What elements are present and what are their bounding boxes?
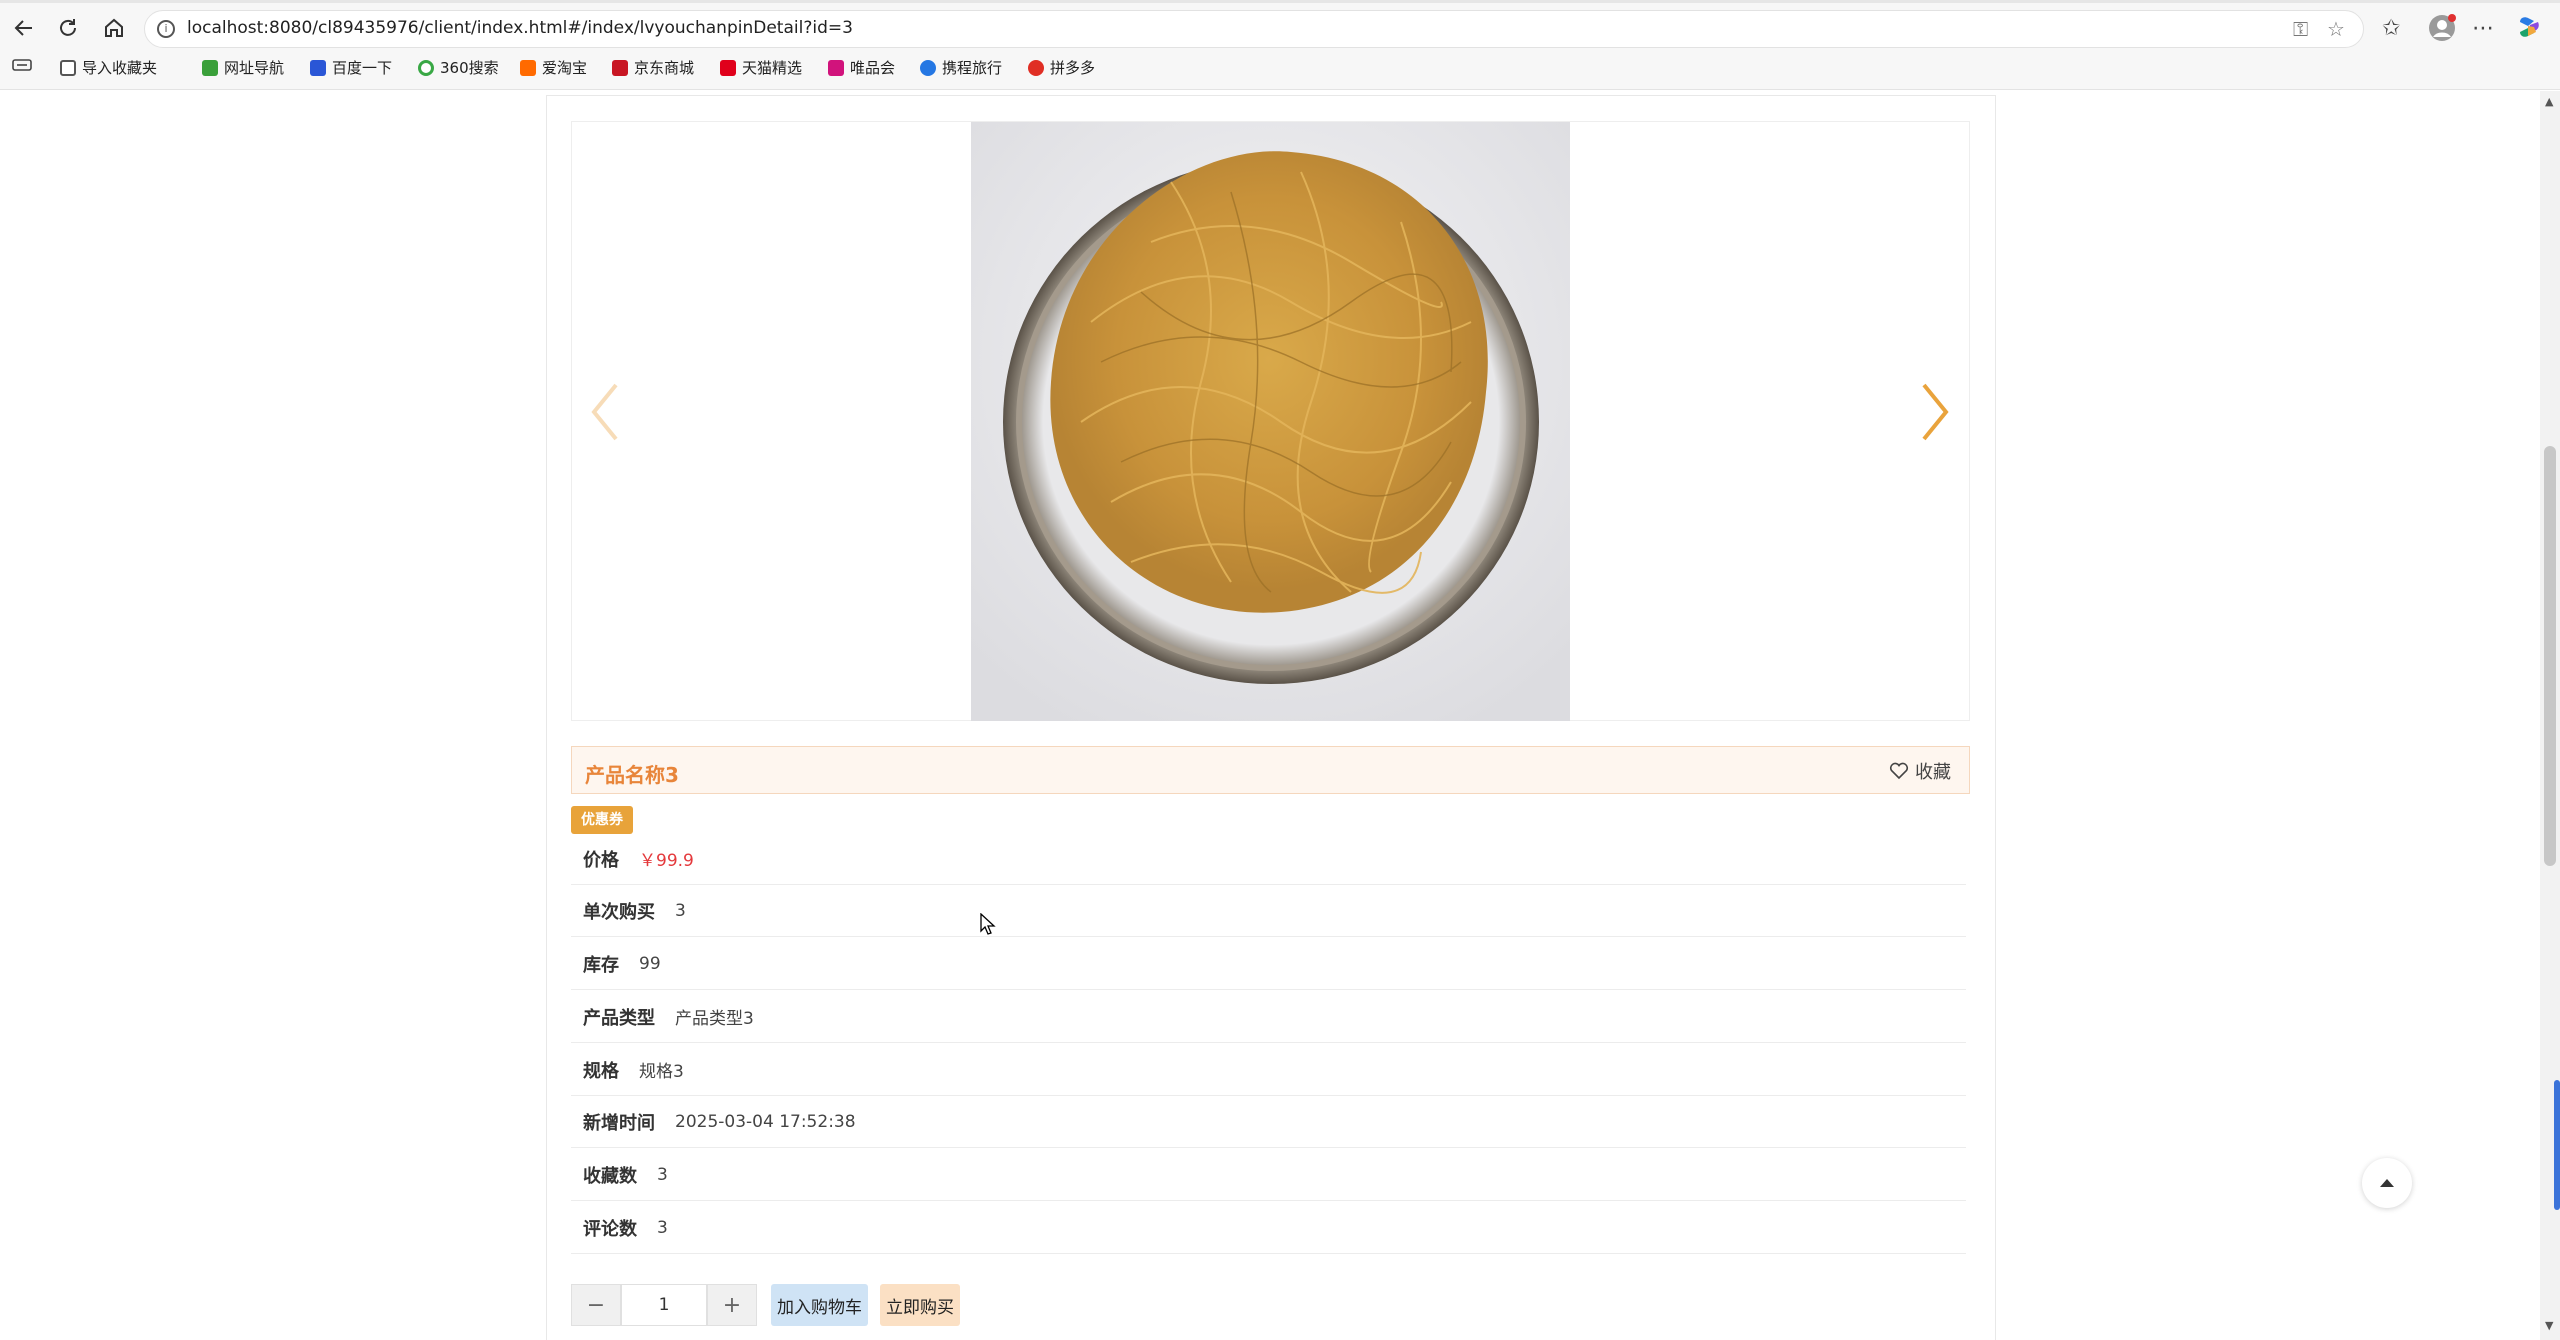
buy-now-button[interactable]: 立即购买 bbox=[880, 1284, 960, 1326]
attr-row-type: 产品类型 产品类型3 bbox=[571, 991, 1966, 1043]
ctrip-icon bbox=[920, 59, 936, 76]
more-options-icon[interactable]: ⋯ bbox=[2472, 16, 2494, 41]
reload-icon[interactable] bbox=[52, 12, 84, 44]
scroll-down-icon[interactable]: ▼ bbox=[2545, 1319, 2553, 1332]
mouse-cursor-icon bbox=[980, 913, 996, 935]
bookmark-baidu[interactable]: 百度一下 bbox=[310, 57, 392, 78]
back-to-top-button[interactable] bbox=[2362, 1158, 2412, 1208]
bookmark-hao[interactable]: 网址导航 bbox=[202, 57, 284, 78]
increase-button[interactable]: + bbox=[707, 1284, 757, 1326]
bookmark-vip[interactable]: 唯品会 bbox=[828, 57, 895, 78]
attr-row-stock: 库存 99 bbox=[571, 938, 1966, 990]
bookmark-tmall[interactable]: 天猫精选 bbox=[720, 57, 802, 78]
favorite-star-icon[interactable]: ☆ bbox=[2327, 17, 2345, 41]
attr-row-price: 价格 ￥99.9 bbox=[571, 833, 1966, 885]
attr-row-added-time: 新增时间 2025-03-04 17:52:38 bbox=[571, 1096, 1966, 1148]
reading-list-icon[interactable] bbox=[12, 57, 32, 73]
baidu-icon bbox=[310, 59, 326, 76]
bookmark-label: 360搜索 bbox=[440, 59, 499, 77]
url-text[interactable]: localhost:8080/cl89435976/client/index.h… bbox=[187, 18, 853, 38]
folder-icon bbox=[60, 59, 76, 76]
add-to-cart-button[interactable]: 加入购物车 bbox=[771, 1284, 868, 1326]
bookmark-label: 导入收藏夹 bbox=[82, 59, 158, 77]
carousel-prev-icon[interactable] bbox=[586, 377, 626, 447]
hao-icon bbox=[202, 59, 218, 76]
coupon-badge[interactable]: 优惠券 bbox=[571, 806, 633, 834]
price-value: ￥99.9 bbox=[639, 851, 694, 871]
bookmark-label: 百度一下 bbox=[332, 59, 393, 77]
attr-key: 单次购买 bbox=[583, 901, 655, 923]
product-title-bar: 产品名称3 收藏 bbox=[571, 746, 1970, 794]
favorite-label: 收藏 bbox=[1915, 762, 1951, 783]
bookmark-import[interactable]: 导入收藏夹 bbox=[60, 57, 157, 78]
attr-row-favorites: 收藏数 3 bbox=[571, 1149, 1966, 1201]
attr-key: 规格 bbox=[583, 1060, 619, 1082]
attr-row-purchase-limit: 单次购买 3 bbox=[571, 885, 1966, 937]
favorites-icon[interactable]: ✩ bbox=[2382, 16, 2400, 41]
attr-value: 产品类型3 bbox=[675, 1009, 754, 1029]
product-title: 产品名称3 bbox=[585, 763, 679, 787]
key-icon[interactable]: ⚿ bbox=[2293, 17, 2308, 41]
copilot-icon[interactable] bbox=[2516, 14, 2542, 46]
home-icon[interactable] bbox=[98, 12, 130, 44]
attr-key: 新增时间 bbox=[583, 1112, 655, 1134]
tab-strip bbox=[0, 0, 2560, 3]
navigation-row: i localhost:8080/cl89435976/client/index… bbox=[0, 6, 2560, 50]
bookmark-label: 天猫精选 bbox=[742, 59, 803, 77]
quantity-input[interactable]: 1 bbox=[621, 1284, 707, 1326]
attr-value: 99 bbox=[639, 953, 661, 974]
vip-icon bbox=[828, 59, 844, 76]
bookmark-taobao[interactable]: 爱淘宝 bbox=[520, 57, 587, 78]
attr-key: 评论数 bbox=[583, 1218, 637, 1240]
attr-row-comments: 评论数 3 bbox=[571, 1202, 1966, 1254]
product-image-carousel[interactable] bbox=[571, 121, 1970, 721]
attr-value: 规格3 bbox=[639, 1062, 684, 1082]
caret-up-icon bbox=[2380, 1179, 2394, 1187]
scroll-up-icon[interactable]: ▲ bbox=[2545, 95, 2553, 108]
bookmark-label: 拼多多 bbox=[1050, 59, 1096, 77]
bookmark-360[interactable]: 360搜索 bbox=[418, 57, 499, 78]
bookmark-label: 携程旅行 bbox=[942, 59, 1003, 77]
attr-value: 2025-03-04 17:52:38 bbox=[675, 1111, 856, 1132]
favorite-button[interactable]: 收藏 bbox=[1889, 758, 1951, 784]
pdd-icon bbox=[1028, 59, 1044, 76]
attr-value: 3 bbox=[657, 1217, 668, 1238]
sidebar-edge-tab[interactable] bbox=[2554, 1080, 2560, 1210]
attr-key: 产品类型 bbox=[583, 1007, 655, 1029]
jd-icon bbox=[612, 59, 628, 76]
carousel-next-icon[interactable] bbox=[1914, 377, 1954, 447]
attr-key: 库存 bbox=[583, 954, 619, 976]
bookmark-pdd[interactable]: 拼多多 bbox=[1028, 57, 1095, 78]
profile-avatar[interactable] bbox=[2428, 14, 2456, 48]
heart-icon bbox=[1889, 762, 1909, 780]
attr-value: 3 bbox=[657, 1164, 668, 1185]
scrollbar-thumb[interactable] bbox=[2544, 446, 2556, 866]
back-icon[interactable] bbox=[8, 12, 40, 44]
bookmarks-bar: 导入收藏夹 网址导航 百度一下 360搜索 爱淘宝 京东商城 天猫精选 唯品会 … bbox=[0, 54, 2560, 84]
bookmark-label: 网址导航 bbox=[224, 59, 285, 77]
site-info-icon[interactable]: i bbox=[157, 20, 175, 38]
attr-key: 价格 bbox=[583, 849, 619, 871]
bookmark-ctrip[interactable]: 携程旅行 bbox=[920, 57, 1002, 78]
attr-value: 3 bbox=[675, 900, 686, 921]
bookmark-jd[interactable]: 京东商城 bbox=[612, 57, 694, 78]
product-image bbox=[971, 122, 1570, 721]
bookmark-label: 爱淘宝 bbox=[542, 59, 588, 77]
decrease-button[interactable]: − bbox=[571, 1284, 621, 1326]
browser-chrome: i localhost:8080/cl89435976/client/index… bbox=[0, 0, 2560, 90]
attr-key: 收藏数 bbox=[583, 1165, 637, 1187]
bookmark-label: 京东商城 bbox=[634, 59, 695, 77]
address-bar[interactable]: i localhost:8080/cl89435976/client/index… bbox=[144, 10, 2364, 48]
tmall-icon bbox=[720, 59, 736, 76]
page-viewport: 产品名称3 收藏 优惠券 价格 ￥99.9 单次购买 3 库存 99 产品类型 产品类型… bbox=[0, 91, 2540, 1340]
360-icon bbox=[418, 59, 434, 76]
attr-row-spec: 规格 规格3 bbox=[571, 1044, 1966, 1096]
quantity-stepper: − 1 + 加入购物车 立即购买 bbox=[571, 1284, 960, 1326]
taobao-icon bbox=[520, 59, 536, 76]
bookmark-label: 唯品会 bbox=[850, 59, 896, 77]
